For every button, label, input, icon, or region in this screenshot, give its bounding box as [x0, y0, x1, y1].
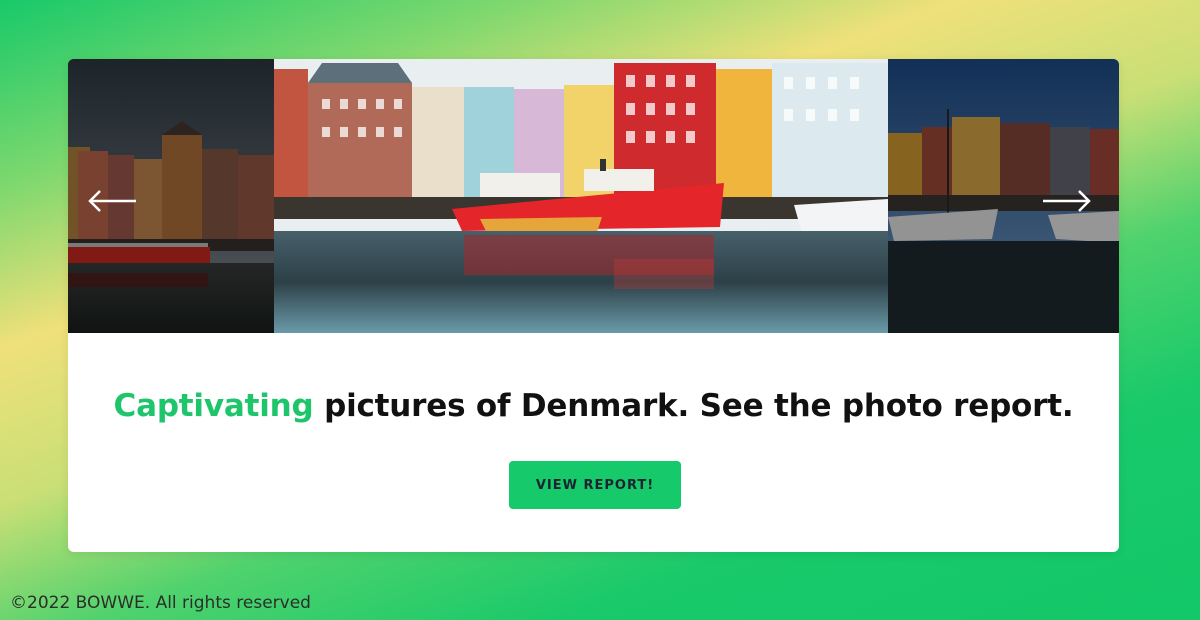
- footer-copyright: ©2022 BOWWE. All rights reserved: [10, 593, 311, 613]
- slider-next-button[interactable]: [1039, 183, 1095, 219]
- headline-text: pictures of Denmark. See the photo repor…: [313, 388, 1074, 424]
- headline: Captivating pictures of Denmark. See the…: [68, 388, 1119, 424]
- arrow-right-icon: [1043, 190, 1091, 212]
- card-content: Captivating pictures of Denmark. See the…: [68, 333, 1119, 552]
- arrow-left-icon: [88, 190, 136, 212]
- report-card: Captivating pictures of Denmark. See the…: [68, 59, 1119, 552]
- harbor-photo-current: [274, 59, 888, 333]
- headline-accent: Captivating: [113, 388, 314, 424]
- view-report-button[interactable]: VIEW REPORT!: [509, 461, 681, 509]
- photo-slider[interactable]: [68, 59, 1119, 333]
- slider-prev-button[interactable]: [84, 183, 140, 219]
- slide-current[interactable]: [274, 59, 888, 333]
